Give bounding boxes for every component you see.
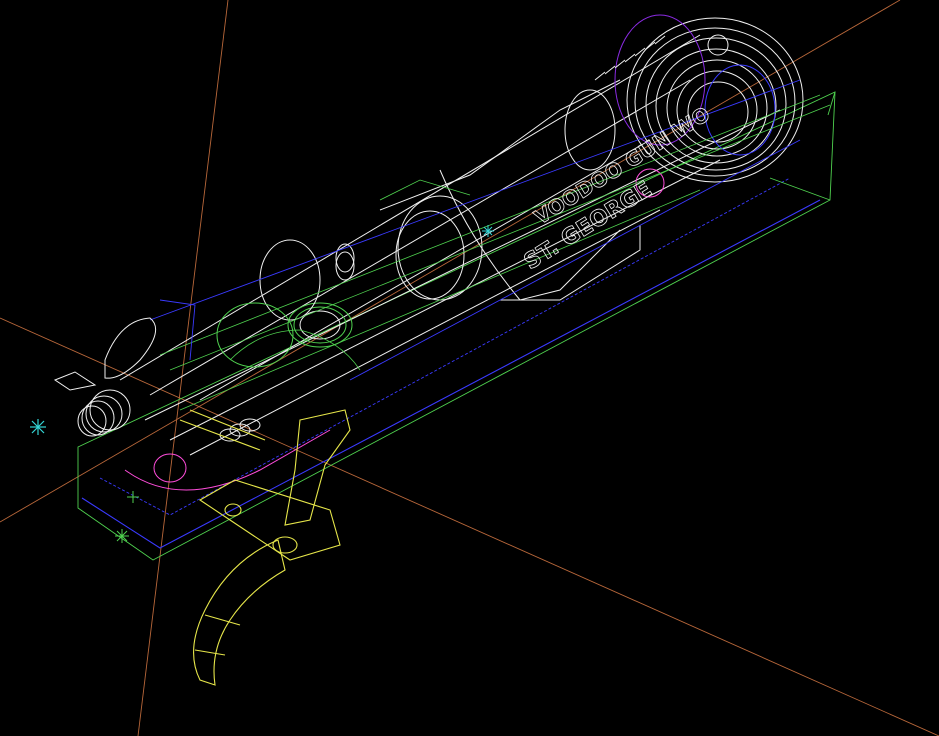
loading-port <box>53 317 157 391</box>
origin-cross-icon <box>115 491 139 543</box>
cursor-star-icon[interactable] <box>482 225 494 237</box>
axis-x <box>0 317 939 736</box>
rail-hatching <box>594 35 666 81</box>
cursor-star-icon[interactable] <box>30 419 46 435</box>
axis-y <box>137 0 229 736</box>
bolt-rings <box>216 89 616 368</box>
trigger-assembly <box>179 409 351 686</box>
green-frame-lines <box>159 94 831 411</box>
engraving: VOODOO GUN WO ST. GEORGE <box>520 101 715 275</box>
cad-viewport[interactable]: VOODOO GUN WO ST. GEORGE <box>0 0 939 736</box>
wireframe-canvas: VOODOO GUN WO ST. GEORGE <box>0 0 939 736</box>
receiver-body <box>119 34 781 456</box>
